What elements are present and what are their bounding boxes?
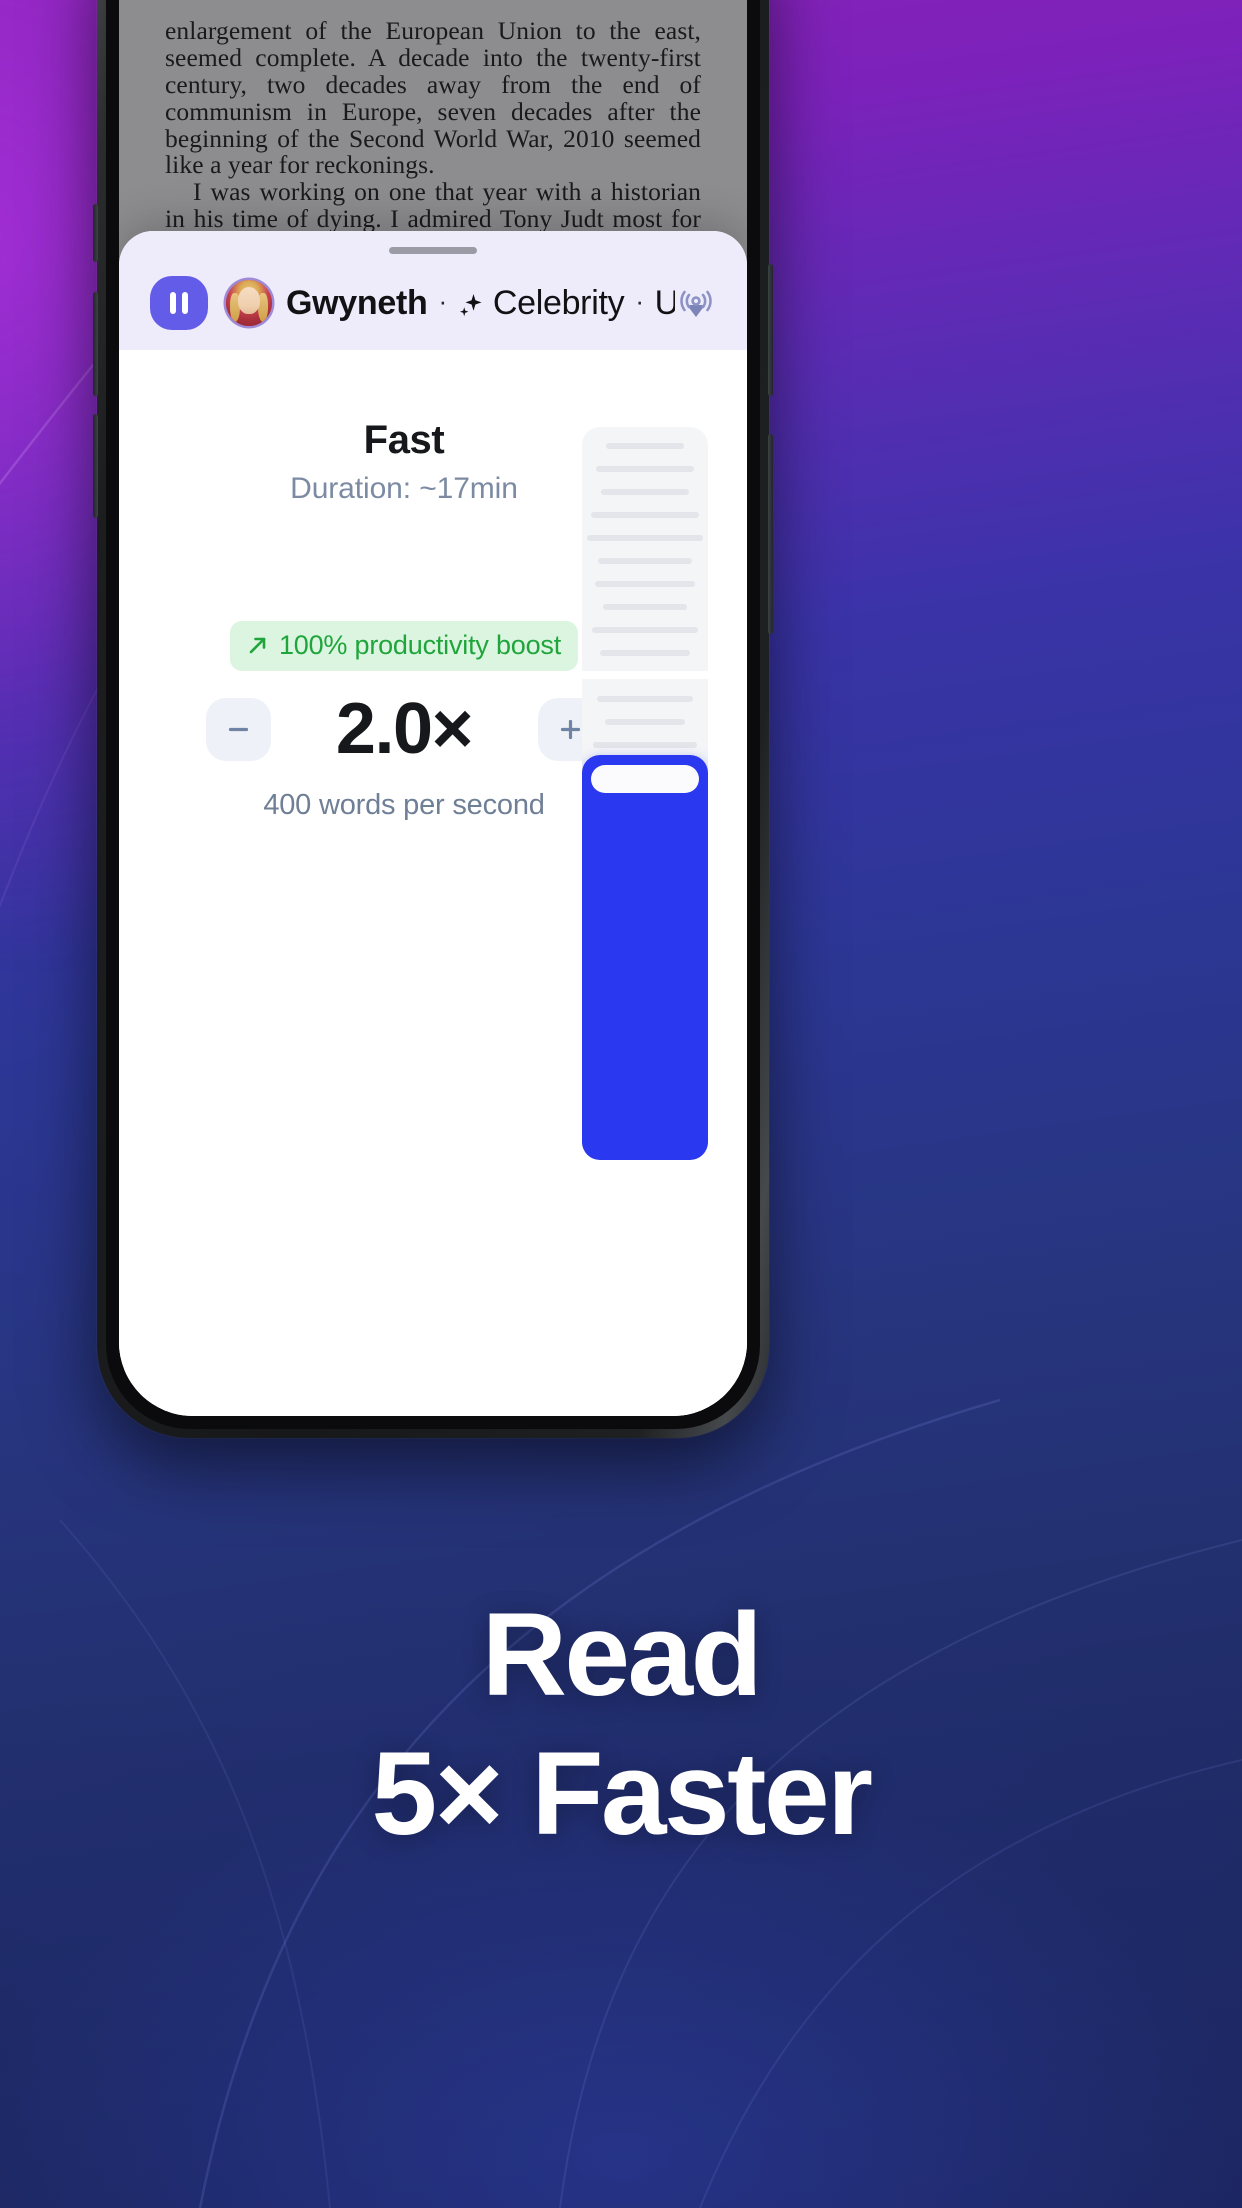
slider-document-line — [594, 581, 696, 587]
slider-document-line — [604, 719, 686, 725]
phone-side-button[interactable] — [768, 434, 773, 634]
promo-screenshot: enlargement of the European Union to the… — [0, 0, 1242, 2208]
productivity-boost-badge: 100% productivity boost — [229, 621, 579, 671]
slider-document-line — [590, 512, 700, 518]
speed-settings-sheet: Gwyneth · Celebrity · U Fast Duration: ~… — [119, 231, 747, 1416]
phone-mockup: enlargement of the European Union to the… — [93, 0, 773, 1438]
pause-button[interactable] — [150, 276, 208, 330]
pause-icon-bar — [170, 292, 176, 314]
promo-headline: Read 5× Faster — [0, 1596, 1242, 1853]
headline-line-1: Read — [481, 1589, 763, 1721]
slider-document-line — [587, 535, 703, 541]
separator-dot: · — [635, 286, 644, 316]
slider-page-break — [582, 671, 708, 679]
avatar[interactable] — [226, 280, 272, 326]
voice-region: US — [654, 283, 675, 322]
player-header-row: Gwyneth · Celebrity · U — [119, 271, 747, 335]
slider-document-line — [592, 627, 698, 633]
player-header-bar: Gwyneth · Celebrity · U — [119, 231, 747, 350]
drag-handle[interactable] — [389, 247, 477, 254]
book-paragraph: enlargement of the European Union to the… — [165, 16, 701, 180]
sparkle-icon — [458, 290, 484, 318]
productivity-boost-label: 100% productivity boost — [278, 630, 562, 660]
voice-name: Gwyneth — [286, 283, 428, 322]
speed-value: 2.0× — [335, 689, 474, 769]
separator-dot: · — [438, 286, 447, 316]
voice-description[interactable]: Gwyneth · Celebrity · U — [286, 284, 675, 323]
voice-category-label: Celebrity — [492, 283, 625, 322]
airplay-icon[interactable] — [675, 283, 717, 323]
reading-progress-slider[interactable] — [582, 427, 708, 1160]
slider-document-line — [598, 558, 692, 564]
slider-document-line — [605, 443, 685, 449]
phone-mute-switch[interactable] — [93, 204, 98, 262]
phone-power-button[interactable] — [768, 264, 773, 396]
avatar-face — [237, 287, 261, 315]
speed-settings-body: Fast Duration: ~17min 100% productivity … — [119, 350, 747, 1416]
slider-document-line — [593, 742, 697, 748]
slider-document-line — [603, 604, 687, 610]
slider-thumb[interactable] — [591, 765, 699, 793]
decrease-speed-button[interactable] — [205, 697, 271, 761]
voice-category: Celebrity — [458, 283, 625, 323]
phone-volume-down-button[interactable] — [93, 414, 98, 518]
headline-line-2: 5× Faster — [371, 1728, 874, 1860]
slider-document-line — [597, 696, 693, 702]
slider-document-line — [599, 650, 691, 656]
phone-volume-up-button[interactable] — [93, 292, 98, 396]
slider-document-line — [595, 466, 695, 472]
trend-up-icon — [245, 633, 270, 658]
slider-fill[interactable] — [582, 755, 708, 1160]
phone-screen: enlargement of the European Union to the… — [119, 0, 747, 1416]
pause-icon-bar — [182, 292, 188, 314]
slider-document-line — [600, 489, 690, 495]
